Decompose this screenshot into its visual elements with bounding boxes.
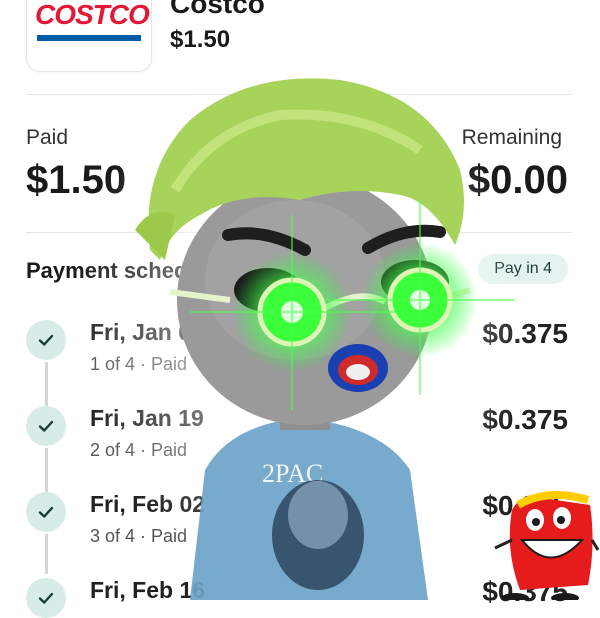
merchant-logo: COSTCO — [26, 0, 152, 72]
installment-date: Fri, Jan 19 — [90, 405, 204, 431]
merchant-amount: $1.50 — [170, 26, 231, 53]
installment-amount: $0.375 — [482, 490, 568, 521]
paid-check-icon — [26, 492, 66, 532]
paid-check-icon — [26, 406, 66, 446]
installment-date: Fri, Jan 05 — [90, 319, 204, 345]
timeline-connector — [45, 448, 48, 492]
logo-underline — [37, 35, 141, 41]
paid-check-icon — [26, 578, 66, 618]
installment-amount: $0.375 — [482, 576, 568, 607]
installment-status: 2 of 4 · Paid — [90, 440, 188, 460]
paid-label: Paid — [26, 126, 69, 149]
installment-amount: $0.375 — [482, 404, 568, 435]
payment-details-screen: COSTCO Costco $1.50 Paid $1.50 Remaining… — [0, 0, 600, 618]
remaining-value: $0.00 — [467, 158, 568, 202]
remaining-label: Remaining — [461, 126, 562, 149]
payment-schedule-title: Payment schedule — [26, 258, 220, 283]
divider — [26, 232, 572, 233]
installment-amount: $0.375 — [482, 318, 568, 349]
merchant-logo-text: COSTCO — [35, 0, 150, 30]
pay-in-4-badge[interactable]: Pay in 4 — [478, 254, 568, 284]
installment-status: 1 of 4 · Paid — [90, 354, 188, 374]
divider — [26, 94, 572, 95]
merchant-name: Costco — [170, 0, 265, 19]
paid-check-icon — [26, 320, 66, 360]
paid-value: $1.50 — [26, 158, 127, 202]
timeline-connector — [45, 534, 48, 574]
installment-status: 3 of 4 · Paid — [90, 526, 188, 546]
installment-date: Fri, Feb 02 — [90, 491, 206, 517]
timeline-connector — [45, 362, 48, 406]
